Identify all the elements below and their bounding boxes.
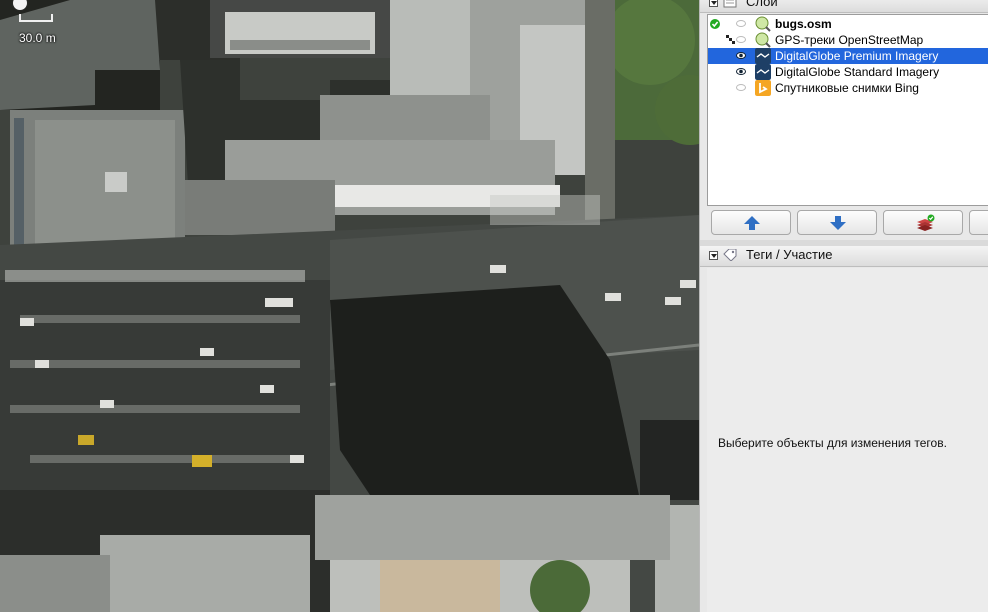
osm-data-icon (755, 16, 771, 32)
tag-icon (723, 249, 737, 261)
layer-row-bing[interactable]: Спутниковые снимки Bing (708, 80, 988, 96)
layers-panel-header: Слои (700, 0, 988, 13)
visibility-toggle-off-icon[interactable] (736, 36, 746, 43)
tags-panel-title: Теги / Участие (746, 247, 833, 262)
collapse-layers-button[interactable] (709, 0, 718, 7)
more-layer-actions-button[interactable] (969, 210, 988, 235)
zoom-slider-knob[interactable] (13, 0, 27, 10)
layer-toolbar (700, 207, 988, 237)
layer-name: Спутниковые снимки Bing (775, 81, 919, 95)
map-scale-bar: 30.0 m (6, 0, 66, 46)
move-layer-up-button[interactable] (711, 210, 791, 235)
imagery-icon (755, 48, 771, 64)
tags-panel-header: Теги / Участие (700, 246, 988, 267)
visibility-toggle-off-icon[interactable] (736, 20, 746, 27)
layer-name: DigitalGlobe Premium Imagery (775, 49, 939, 63)
tags-panel-body: Выберите объекты для изменения тегов. (707, 268, 988, 612)
merge-layers-icon (917, 214, 935, 231)
collapse-tags-button[interactable] (709, 251, 718, 260)
layer-row-gps-traces[interactable]: GPS-треки OpenStreetMap (708, 32, 988, 48)
layer-row-digitalglobe-standard[interactable]: DigitalGlobe Standard Imagery (708, 64, 988, 80)
layers-panel-title: Слои (746, 0, 778, 9)
active-layer-check-icon (710, 19, 720, 29)
tree-connector-icon (726, 35, 735, 44)
visibility-toggle-off-icon[interactable] (736, 84, 746, 91)
layer-list[interactable]: bugs.osm GPS-треки OpenStreetMap Digital… (707, 14, 988, 206)
merge-layers-button[interactable] (883, 210, 963, 235)
layer-name: DigitalGlobe Standard Imagery (775, 65, 940, 79)
visibility-toggle-on-icon[interactable] (736, 52, 746, 59)
imagery-icon (755, 64, 771, 80)
arrow-down-icon (830, 216, 846, 230)
layer-row-digitalglobe-premium[interactable]: DigitalGlobe Premium Imagery (708, 48, 988, 64)
gps-tracks-icon (755, 32, 771, 48)
layer-row-bugs-osm[interactable]: bugs.osm (708, 16, 988, 32)
tags-empty-message: Выберите объекты для изменения тегов. (718, 436, 947, 450)
visibility-toggle-on-icon[interactable] (736, 68, 746, 75)
layer-name: GPS-треки OpenStreetMap (775, 33, 924, 47)
move-layer-down-button[interactable] (797, 210, 877, 235)
side-panel: Слои bugs.osm GPS-треки OpenStreetMap Di… (699, 0, 988, 612)
scale-label: 30.0 m (19, 31, 56, 45)
layer-name: bugs.osm (775, 17, 832, 31)
map-view[interactable]: 30.0 m (0, 0, 699, 612)
bing-icon (755, 80, 771, 96)
aerial-imagery (0, 0, 699, 612)
arrow-up-icon (744, 216, 760, 230)
layers-icon (723, 0, 737, 8)
